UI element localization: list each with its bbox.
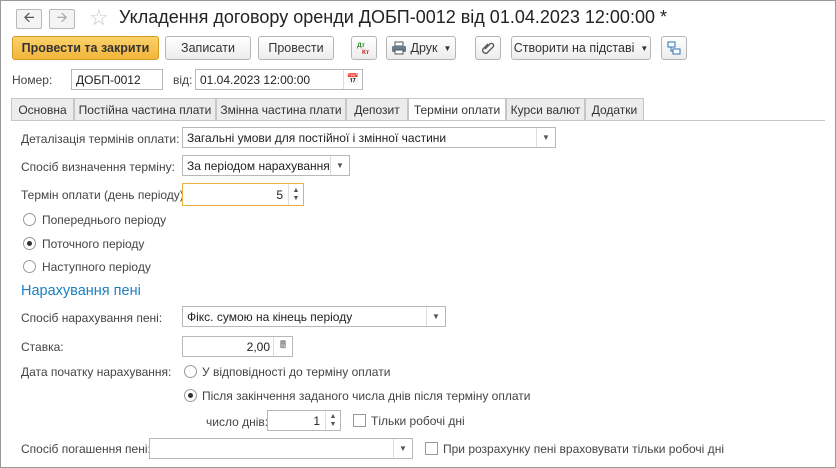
- print-button[interactable]: Друк ▼: [386, 36, 456, 60]
- post-button[interactable]: Провести: [258, 36, 334, 60]
- radio-according-label[interactable]: У відповідності до терміну оплати: [202, 365, 390, 379]
- window-title: Укладення договору оренди ДОБП-0012 від …: [119, 7, 667, 27]
- payment-term-value: 5: [276, 187, 283, 202]
- number-field[interactable]: ДОБП-0012: [71, 69, 163, 90]
- paperclip-icon: [482, 42, 495, 54]
- tab-exchange-rates[interactable]: Курси валют: [506, 98, 585, 120]
- radio-next-label[interactable]: Наступного періоду: [42, 260, 151, 274]
- days-count-label: число днів:: [206, 415, 269, 429]
- radio-previous-period[interactable]: [23, 213, 36, 226]
- radio-current-label[interactable]: Поточного періоду: [42, 237, 144, 251]
- chevron-down-icon[interactable]: ▼: [426, 307, 445, 326]
- forward-button[interactable]: 🡪: [49, 9, 75, 29]
- penalty-section-title: Нарахування пені: [21, 283, 141, 299]
- spin-down-icon[interactable]: ▼: [293, 195, 300, 203]
- number-value: ДОБП-0012: [76, 72, 141, 87]
- spin-buttons[interactable]: ▲ ▼: [325, 411, 340, 430]
- chevron-down-icon[interactable]: ▼: [536, 128, 555, 147]
- printer-icon: [391, 41, 406, 55]
- print-label: Друк: [410, 41, 438, 55]
- dt-kt-report-button[interactable]: Дт Кт: [351, 36, 377, 60]
- arrow-left-icon: 🡨: [23, 9, 35, 25]
- detail-terms-value: Загальні умови для постійної і змінної ч…: [187, 130, 447, 145]
- attach-button[interactable]: [475, 36, 501, 60]
- tab-payment-terms[interactable]: Терміни оплати: [408, 98, 506, 121]
- radio-previous-label[interactable]: Попереднього періоду: [42, 213, 166, 227]
- term-method-select[interactable]: За періодом нарахування ▼: [182, 155, 350, 176]
- payment-term-input[interactable]: 5 ▲ ▼: [182, 183, 304, 206]
- tab-divider: [11, 120, 825, 121]
- term-method-label: Спосіб визначення терміну:: [21, 160, 175, 174]
- chevron-down-icon: ▼: [640, 43, 649, 53]
- date-value: 01.04.2023 12:00:00: [200, 72, 311, 87]
- days-count-value: 1: [313, 413, 320, 428]
- repayment-method-label: Спосіб погашення пені:: [21, 442, 151, 456]
- document-structure-icon: [667, 41, 681, 55]
- save-button[interactable]: Записати: [165, 36, 251, 60]
- rate-input[interactable]: 2,00 🖩: [182, 336, 293, 357]
- number-label: Номер:: [12, 73, 53, 87]
- detail-terms-select[interactable]: Загальні умови для постійної і змінної ч…: [182, 127, 556, 148]
- tab-fixed-payment[interactable]: Постійна частина плати: [74, 98, 216, 120]
- workdays-only-label[interactable]: Тільки робочі дні: [371, 414, 465, 428]
- svg-text:Дт: Дт: [357, 42, 365, 49]
- svg-text:Кт: Кт: [362, 49, 369, 56]
- rate-value: 2,00: [246, 339, 270, 354]
- dt-kt-icon: Дт Кт: [357, 42, 369, 56]
- repayment-method-select[interactable]: ▼: [149, 438, 413, 459]
- term-method-value: За періодом нарахування: [187, 158, 330, 173]
- tab-attachments[interactable]: Додатки: [585, 98, 644, 120]
- radio-current-period[interactable]: [23, 237, 36, 250]
- spin-up-icon[interactable]: ▲: [330, 413, 337, 421]
- radio-selected-dot: [188, 393, 193, 398]
- workdays-only-checkbox[interactable]: [353, 414, 366, 427]
- favorite-star-icon[interactable]: ☆: [89, 5, 109, 31]
- tab-variable-payment[interactable]: Змінна частина плати: [216, 98, 346, 120]
- chevron-down-icon[interactable]: ▼: [330, 156, 349, 175]
- days-count-input[interactable]: 1 ▲ ▼: [267, 410, 341, 431]
- create-based-label: Створити на підставі: [513, 41, 635, 55]
- chevron-down-icon[interactable]: ▼: [393, 439, 412, 458]
- consider-workdays-checkbox[interactable]: [425, 442, 438, 455]
- post-and-close-button[interactable]: Провести та закрити: [12, 36, 159, 60]
- radio-selected-dot: [27, 241, 32, 246]
- date-field[interactable]: 01.04.2023 12:00:00 📅: [195, 69, 363, 90]
- penalty-method-select[interactable]: Фікс. сумою на кінець періоду ▼: [182, 306, 446, 327]
- tab-deposit[interactable]: Депозит: [346, 98, 408, 120]
- radio-after-days[interactable]: [184, 389, 197, 402]
- penalty-method-value: Фікс. сумою на кінець періоду: [187, 309, 353, 324]
- radio-after-label[interactable]: Після закінчення заданого числа днів піс…: [202, 389, 530, 403]
- radio-next-period[interactable]: [23, 260, 36, 273]
- accrual-start-label: Дата початку нарахування:: [21, 365, 172, 379]
- radio-according-to-term[interactable]: [184, 365, 197, 378]
- structure-button[interactable]: [661, 36, 687, 60]
- spin-buttons[interactable]: ▲ ▼: [288, 184, 303, 205]
- document-window: 🡨 🡪 ☆ Укладення договору оренди ДОБП-001…: [0, 0, 836, 468]
- calculator-icon[interactable]: 🖩: [273, 337, 292, 356]
- rate-label: Ставка:: [21, 340, 64, 354]
- penalty-method-label: Спосіб нарахування пені:: [21, 311, 163, 325]
- payment-term-label: Термін оплати (день періоду):: [21, 188, 188, 202]
- back-button[interactable]: 🡨: [16, 9, 42, 29]
- date-label: від:: [173, 73, 193, 87]
- tab-main[interactable]: Основна: [11, 98, 74, 120]
- consider-workdays-label[interactable]: При розрахунку пені враховувати тільки р…: [443, 442, 724, 456]
- create-based-on-button[interactable]: Створити на підставі ▼: [511, 36, 651, 60]
- calendar-icon[interactable]: 📅: [343, 70, 362, 89]
- spin-up-icon[interactable]: ▲: [293, 187, 300, 195]
- chevron-down-icon: ▼: [443, 43, 452, 53]
- spin-down-icon[interactable]: ▼: [330, 421, 337, 429]
- arrow-right-icon: 🡪: [56, 9, 68, 25]
- detail-terms-label: Деталізація термінів оплати:: [21, 132, 180, 146]
